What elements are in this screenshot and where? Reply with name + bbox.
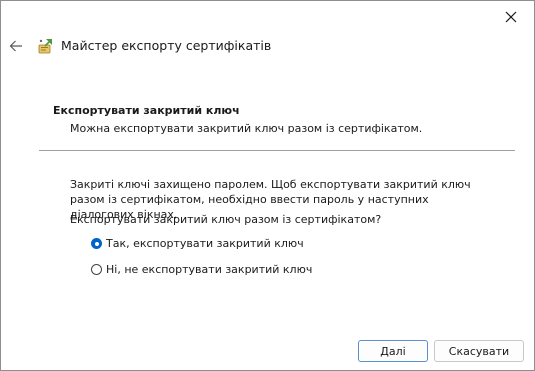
radio-export-no-label: Ні, не експортувати закритий ключ xyxy=(106,263,313,276)
section-subheading: Можна експортувати закритий ключ разом і… xyxy=(70,122,423,135)
radio-export-yes[interactable]: Так, експортувати закритий ключ xyxy=(91,237,304,250)
header-divider xyxy=(39,150,515,151)
close-icon xyxy=(505,11,517,23)
radio-unselected-indicator[interactable] xyxy=(91,264,102,275)
cancel-button[interactable]: Скасувати xyxy=(434,340,524,362)
certificate-wizard-icon xyxy=(38,38,53,54)
export-question: Експортувати закритий ключ разом із серт… xyxy=(70,213,382,226)
back-button[interactable] xyxy=(5,35,27,57)
next-button[interactable]: Далі xyxy=(358,340,428,362)
arrow-left-icon xyxy=(9,40,22,52)
section-heading: Експортувати закритий ключ xyxy=(53,104,240,117)
close-button[interactable] xyxy=(488,1,534,33)
wizard-title: Майстер експорту сертифікатів xyxy=(61,38,272,53)
radio-export-no[interactable]: Ні, не експортувати закритий ключ xyxy=(91,263,312,276)
radio-export-yes-label: Так, експортувати закритий ключ xyxy=(106,237,304,250)
certificate-export-wizard-window: Майстер експорту сертифікатів Експортува… xyxy=(0,0,535,371)
radio-selected-indicator[interactable] xyxy=(91,238,102,249)
